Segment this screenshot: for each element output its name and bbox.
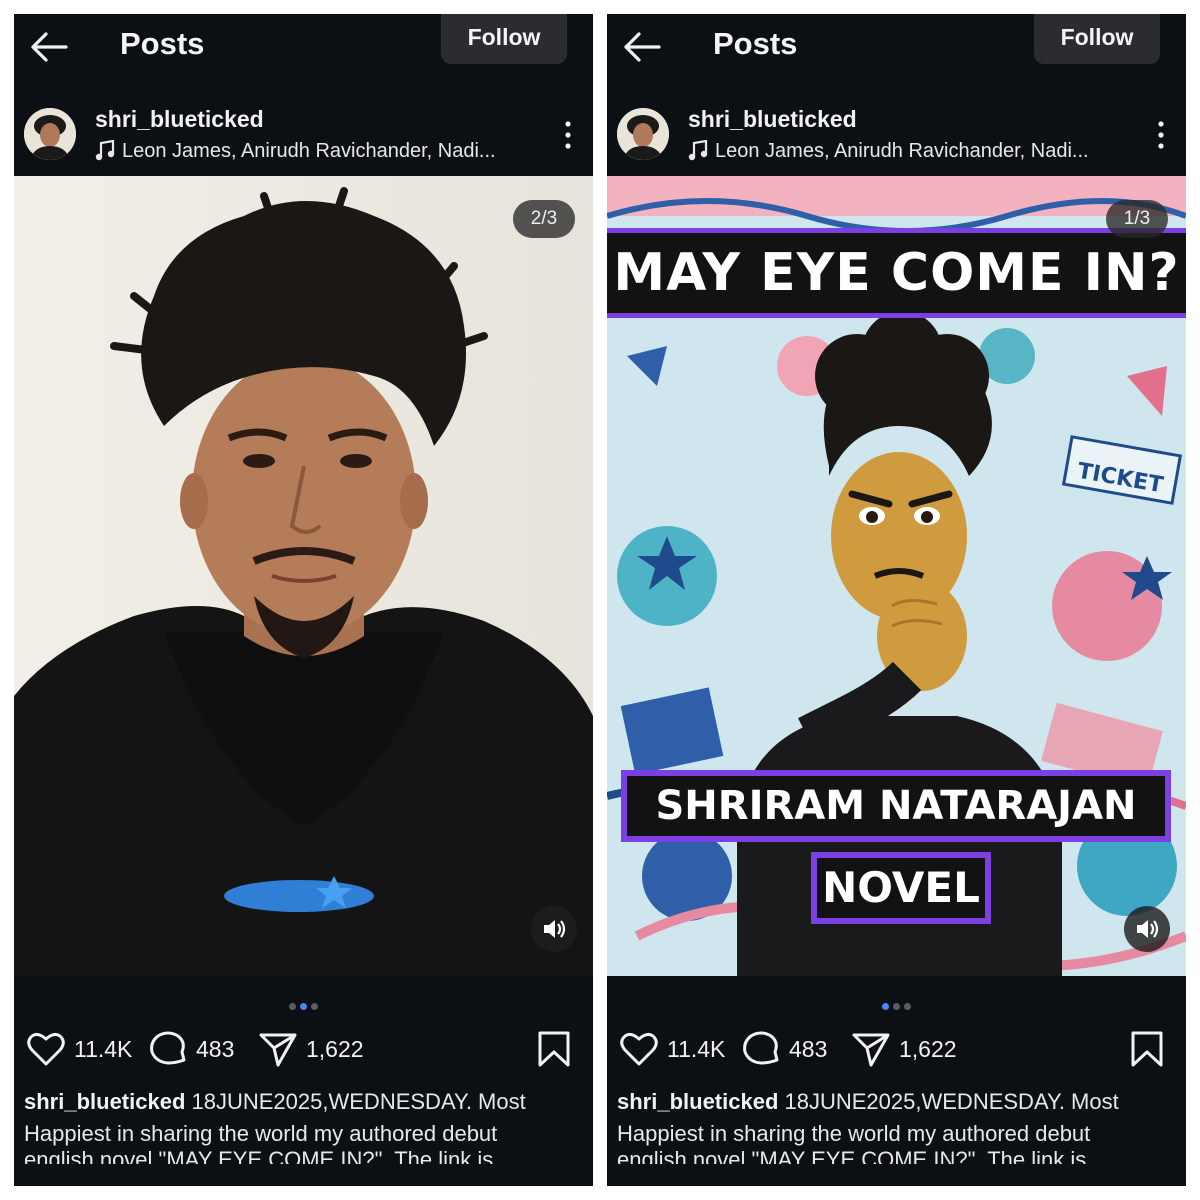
caption-cut-line: english novel "MAY EYE COME IN?". The li… [24,1150,579,1164]
heart-icon [27,1032,65,1066]
share-action[interactable]: 1,622 [851,1026,957,1072]
caption-cut-text: english novel "MAY EYE COME IN?". The li… [617,1150,1087,1164]
carousel-dot [893,1003,900,1011]
share-count: 1,622 [899,1035,957,1062]
poster-genre-label: NOVEL [811,852,991,924]
music-attribution[interactable]: Leon James, Anirudh Ravichander, Nadi... [122,136,496,166]
carousel-dot [311,1003,318,1011]
speaker-icon [544,920,566,938]
carousel-counter: 2/3 [513,200,575,238]
comment-count: 483 [789,1035,828,1062]
carousel-dot-active [300,1003,307,1011]
page-title: Posts [713,26,798,61]
back-arrow-icon[interactable] [28,30,68,64]
portrait-photo [14,176,593,976]
action-bar: 11.4K 483 1,622 [607,1026,1186,1076]
music-note-icon [95,140,115,161]
carousel-dot [289,1003,296,1011]
back-arrow-icon[interactable] [621,30,661,64]
comment-icon [743,1031,779,1065]
caption-username[interactable]: shri_blueticked [24,1089,185,1114]
carousel-counter: 1/3 [1106,200,1168,238]
caption-cut-line: english novel "MAY EYE COME IN?". The li… [617,1150,1172,1164]
post-media-poster[interactable]: MAY EYE COME IN? SHRIRAM NATARAJAN NOVEL… [607,176,1186,976]
poster-title: MAY EYE COME IN? [613,243,1180,303]
avatar[interactable] [617,108,669,160]
share-count: 1,622 [306,1035,364,1062]
comment-action[interactable]: 483 [741,1026,827,1072]
comment-count: 483 [196,1035,235,1062]
avatar-image [24,108,76,160]
send-icon [852,1033,890,1067]
comment-action[interactable]: 483 [148,1026,234,1072]
poster-author-label: SHRIRAM NATARAJAN [621,770,1171,842]
top-bar: Posts Follow [14,14,593,94]
audio-toggle-button[interactable] [1124,906,1170,952]
post-panel-left: Posts Follow shri_blueticked Leon James,… [14,14,593,1186]
like-count: 11.4K [667,1035,726,1062]
follow-button[interactable]: Follow [441,14,567,64]
carousel-dot-active [882,1003,889,1011]
avatar[interactable] [24,108,76,160]
bookmark-icon[interactable] [537,1030,571,1068]
author-username[interactable]: shri_blueticked [688,104,857,134]
post-caption[interactable]: shri_blueticked 18JUNE2025,WEDNESDAY. Mo… [24,1086,579,1150]
speaker-icon [1137,920,1159,938]
audio-toggle-button[interactable] [531,906,577,952]
post-panel-right: Posts Follow shri_blueticked Leon James,… [607,14,1186,1186]
caption-cut-text: english novel "MAY EYE COME IN?". The li… [24,1150,494,1164]
action-bar: 11.4K 483 1,622 [14,1026,593,1076]
avatar-image [617,108,669,160]
carousel-indicator [14,998,593,1011]
more-options-icon[interactable] [1158,120,1164,150]
carousel-dot [904,1003,911,1011]
top-bar: Posts Follow [607,14,1186,94]
post-media-photo[interactable]: 2/3 [14,176,593,976]
page-title: Posts [120,26,205,61]
music-attribution[interactable]: Leon James, Anirudh Ravichander, Nadi... [715,136,1089,166]
like-action[interactable]: 11.4K [26,1026,132,1072]
more-options-icon[interactable] [565,120,571,150]
post-caption[interactable]: shri_blueticked 18JUNE2025,WEDNESDAY. Mo… [617,1086,1172,1150]
bookmark-icon[interactable] [1130,1030,1164,1068]
comment-icon [150,1031,186,1065]
author-username[interactable]: shri_blueticked [95,104,264,134]
carousel-indicator [607,998,1186,1011]
poster-title-banner: MAY EYE COME IN? [607,228,1186,318]
like-count: 11.4K [74,1035,133,1062]
caption-username[interactable]: shri_blueticked [617,1089,778,1114]
send-icon [259,1033,297,1067]
heart-icon [620,1032,658,1066]
like-action[interactable]: 11.4K [619,1026,725,1072]
share-action[interactable]: 1,622 [258,1026,364,1072]
music-note-icon [688,140,708,161]
follow-button[interactable]: Follow [1034,14,1160,64]
